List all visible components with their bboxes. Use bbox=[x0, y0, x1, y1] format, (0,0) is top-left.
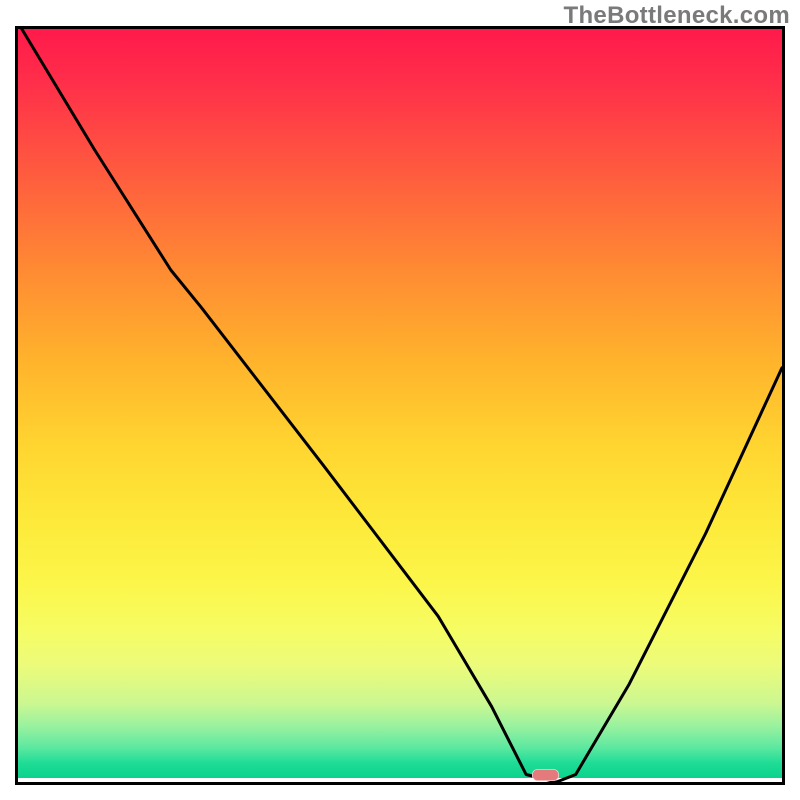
optimal-indicator bbox=[532, 769, 559, 781]
bottleneck-curve bbox=[18, 29, 782, 782]
plot-area bbox=[15, 26, 785, 785]
